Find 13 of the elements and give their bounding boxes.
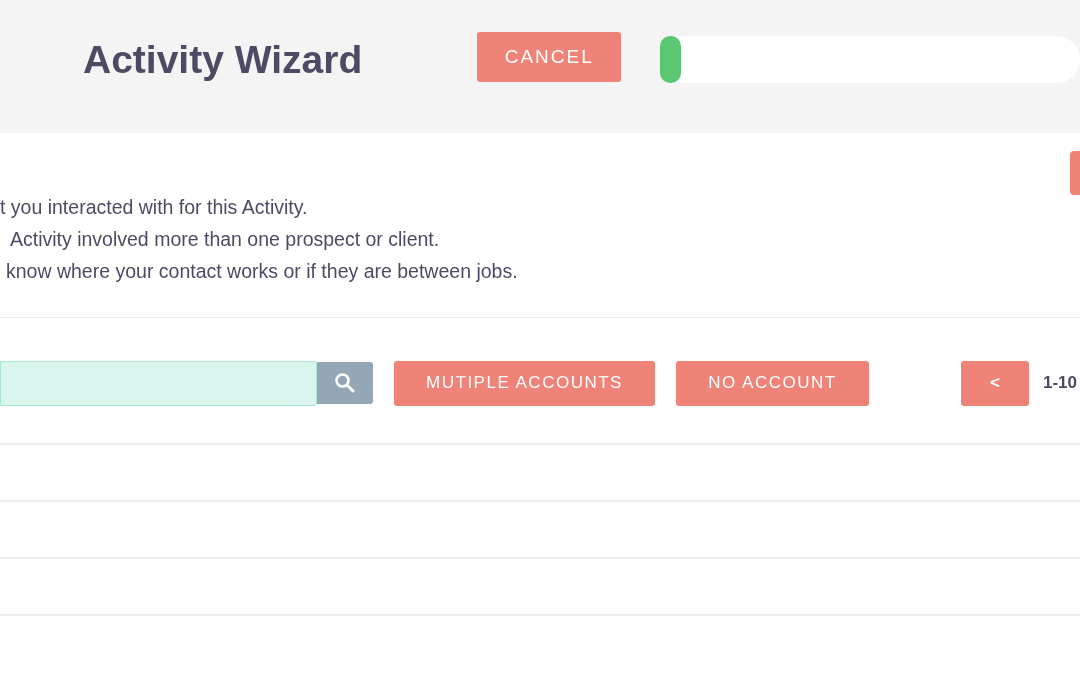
- cancel-button[interactable]: CANCEL: [477, 32, 621, 82]
- account-button[interactable]: NO ACCOUNT: [676, 360, 869, 406]
- cut-off-button[interactable]: [1070, 151, 1080, 195]
- search-icon: [334, 372, 356, 394]
- previous-page-button[interactable]: <: [961, 360, 1029, 406]
- instruction-text: t you interacted with for this Activity.: [0, 195, 309, 220]
- search-field[interactable]: [0, 360, 317, 406]
- instruction-text: Activity involved more than one prospect or client.: [9, 227, 441, 252]
- search-button[interactable]: [317, 362, 373, 404]
- account-button[interactable]: MUTIPLE ACCOUNTS: [394, 360, 655, 406]
- instruction-text: know where your contact works or if they are between jobs.: [5, 259, 519, 284]
- wizard-title: Activity Wizard: [83, 38, 364, 82]
- page-range: 1-10: [1043, 372, 1078, 395]
